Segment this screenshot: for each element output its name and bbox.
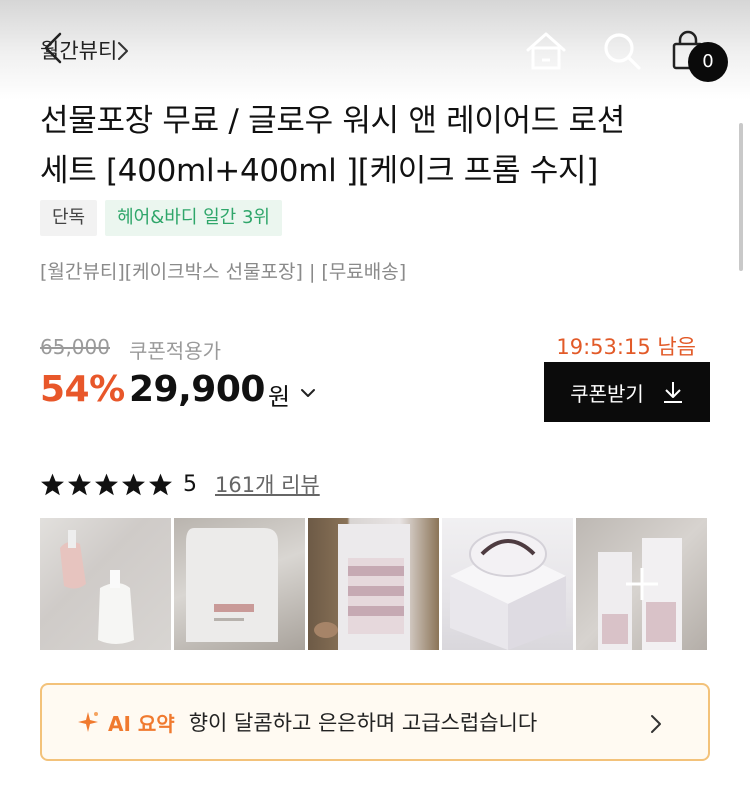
rating-row: 5 161개 리뷰 [40,469,320,499]
review-photo-cake-box [314,524,410,650]
search-icon[interactable] [601,30,643,72]
coupon-button-label: 쿠폰받기 [570,381,644,406]
review-count-link[interactable]: 161개 리뷰 [215,469,320,499]
review-photo[interactable] [308,518,439,650]
product-title: 선물포장 무료 / 글로우 워시 앤 레이어드 로션 세트 [400ml+400… [40,96,720,196]
ai-summary-text: 향이 달콤하고 은은하며 고급스럽습니다 [188,711,538,735]
review-photo-strip [40,518,707,650]
chevron-right-icon [651,715,661,733]
rating-score: 5 [183,471,197,497]
review-photo-more[interactable] [576,518,707,650]
ai-summary-label: AI 요약 [108,711,175,736]
cart-count-badge[interactable]: 0 [688,42,728,82]
review-photo-bottles [60,530,134,644]
coupon-download-button[interactable]: 쿠폰받기 [544,362,710,422]
star-icon [149,473,172,495]
exclusive-tag: 단독 [40,200,98,236]
product-tags: 단독 헤어&바디 일간 3위 [40,200,282,236]
sale-price: 29,900 [129,369,265,410]
download-icon [663,382,682,403]
original-price: 65,000 [40,335,110,359]
plus-icon [626,568,658,600]
currency-label: 원 [268,383,291,411]
star-icon [68,473,91,495]
star-icon [41,473,64,495]
review-photo[interactable] [442,518,573,650]
home-icon[interactable] [522,28,570,72]
review-photo[interactable] [174,518,305,650]
scrollbar[interactable] [739,123,743,271]
chevron-right-icon [118,42,128,60]
chevron-down-icon[interactable] [298,383,318,403]
review-photo-container [186,528,278,642]
countdown-timer: 19:53:15 남음 [556,335,696,359]
review-photo-gift-box [450,531,566,650]
ai-summary-banner[interactable]: AI 요약 향이 달콤하고 은은하며 고급스럽습니다 [40,683,710,761]
star-icon [95,473,118,495]
coupon-price-note: 쿠폰적용가 [129,339,221,363]
product-description: [월간뷰티][케이크박스 선물포장] | [무료배송] [40,261,407,283]
review-photo[interactable] [40,518,171,650]
star-icon [122,473,145,495]
product-title-line: 세트 [400ml+400ml ][케이크 프롬 수지] [40,153,599,189]
discount-rate: 54% [40,369,125,410]
product-title-line: 선물포장 무료 / 글로우 워시 앤 레이어드 로션 [40,103,625,139]
top-navigation-bar: 월간뷰티 0 [0,0,750,100]
breadcrumb[interactable]: 월간뷰티 [40,35,117,65]
sparkle-icon [78,712,98,732]
ranking-tag[interactable]: 헤어&바디 일간 3위 [105,200,282,236]
